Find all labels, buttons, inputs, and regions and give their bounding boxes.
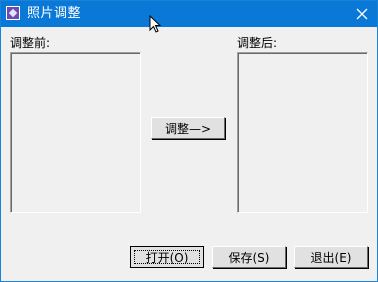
mouse-cursor-icon [149, 15, 162, 33]
photo-adjust-window: 照片调整 调整前: 调整后: 调整—> 打开(O) 保存(S) 退出(E) [0, 0, 378, 282]
before-image-panel [10, 52, 141, 213]
window-title: 照片调整 [27, 6, 82, 21]
exit-button[interactable]: 退出(E) [294, 246, 368, 268]
after-label: 调整后: [237, 36, 278, 50]
before-label: 调整前: [10, 36, 51, 50]
adjust-button[interactable]: 调整—> [151, 117, 225, 139]
after-image-panel [237, 52, 368, 213]
app-icon [6, 6, 20, 20]
close-icon[interactable] [349, 2, 375, 26]
save-button[interactable]: 保存(S) [212, 246, 286, 268]
title-bar[interactable]: 照片调整 [1, 1, 377, 27]
open-button[interactable]: 打开(O) [130, 246, 204, 268]
